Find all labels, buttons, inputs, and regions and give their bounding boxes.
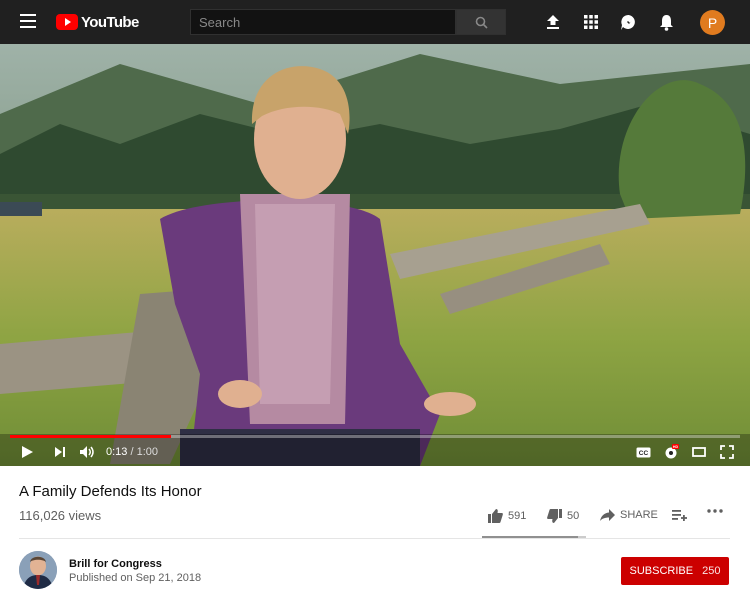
subscriber-count: 250: [702, 565, 721, 577]
time-separator: /: [130, 446, 134, 458]
notifications-bell-icon[interactable]: [657, 13, 675, 31]
menu-icon[interactable]: [20, 14, 36, 28]
search-button[interactable]: [456, 9, 506, 35]
subscribe-label: SUBSCRIBE: [629, 565, 694, 577]
account-avatar[interactable]: P: [700, 10, 725, 35]
view-count: 116,026 views: [19, 508, 102, 523]
playlist-add-icon: [672, 510, 687, 521]
channel-avatar[interactable]: [19, 551, 57, 589]
logo-text: YouTube: [81, 13, 139, 31]
like-count: 591: [508, 510, 527, 522]
apps-grid-icon[interactable]: [582, 13, 600, 31]
youtube-play-logo-icon: [56, 14, 78, 30]
next-icon[interactable]: [51, 443, 69, 461]
fullscreen-icon[interactable]: [718, 443, 736, 461]
publish-date: Published on Sep 21, 2018: [69, 572, 202, 584]
search-input[interactable]: Search: [190, 9, 456, 35]
video-frame-image: [0, 44, 750, 466]
dislike-button[interactable]: 50: [547, 509, 579, 523]
share-button[interactable]: SHARE: [600, 509, 658, 521]
volume-icon[interactable]: [78, 443, 96, 461]
svg-text:CC: CC: [638, 450, 648, 457]
divider: [19, 538, 730, 539]
youtube-logo[interactable]: YouTube: [56, 12, 139, 32]
search-icon: [475, 16, 488, 29]
more-actions-button[interactable]: [707, 509, 723, 513]
subscribe-button[interactable]: SUBSCRIBE 250: [621, 557, 729, 585]
messages-icon[interactable]: [619, 13, 637, 31]
settings-icon[interactable]: HD: [662, 443, 680, 461]
theater-mode-icon[interactable]: [690, 443, 708, 461]
current-time: 0:13: [106, 446, 128, 458]
time-display: 0:13 / 1:00: [106, 446, 158, 458]
dislike-count: 50: [567, 510, 580, 522]
play-icon[interactable]: [18, 443, 36, 461]
share-icon: [600, 509, 615, 521]
channel-name[interactable]: Brill for Congress: [69, 558, 162, 570]
thumbs-down-icon: [547, 509, 562, 523]
captions-icon[interactable]: CC: [634, 443, 652, 461]
svg-text:HD: HD: [673, 445, 679, 449]
share-label: SHARE: [620, 509, 658, 521]
video-title: A Family Defends Its Honor: [19, 483, 202, 500]
progress-bar-played[interactable]: [10, 435, 171, 438]
duration: 1:00: [136, 446, 159, 458]
more-horizontal-icon: [707, 509, 723, 513]
upload-icon[interactable]: [544, 13, 562, 31]
video-player[interactable]: [0, 44, 750, 466]
thumbs-up-icon: [488, 509, 503, 523]
save-to-playlist-button[interactable]: [672, 509, 687, 521]
like-button[interactable]: 591: [488, 509, 526, 523]
